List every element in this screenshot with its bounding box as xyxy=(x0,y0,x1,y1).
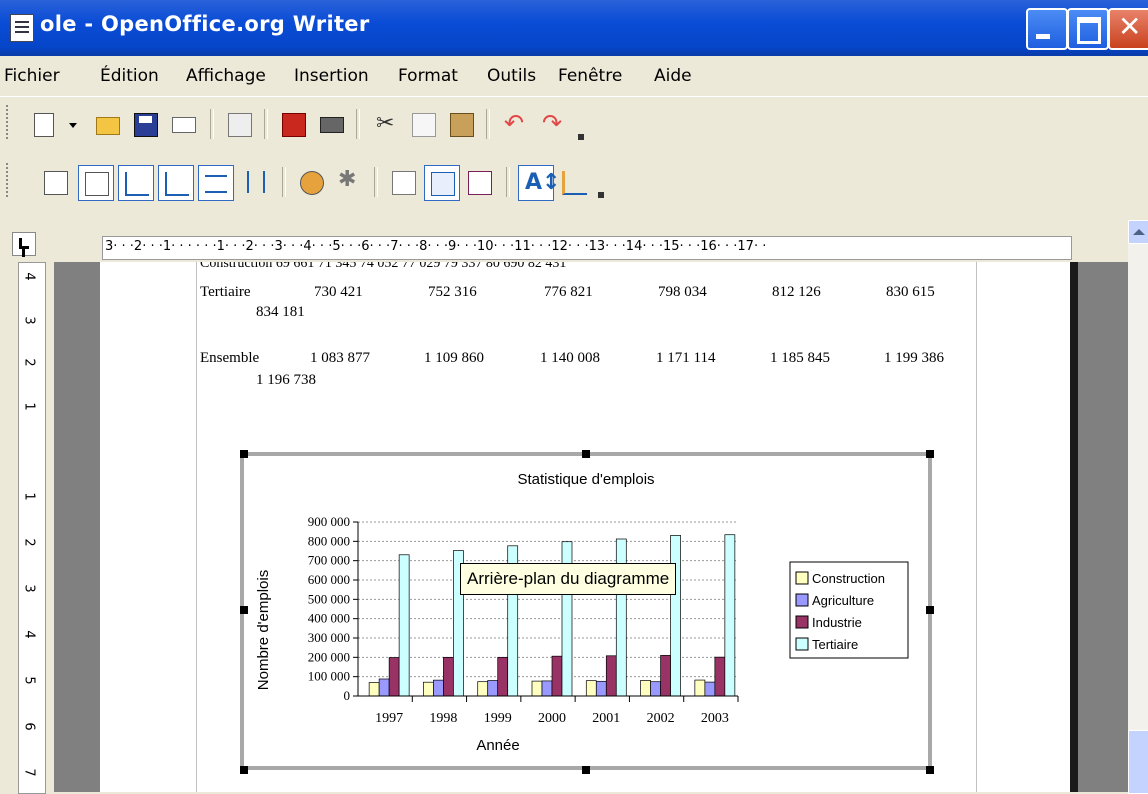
bar-industrie-2003 xyxy=(714,656,726,697)
legend-swatch-industrie xyxy=(795,615,809,629)
bar-industrie-1998 xyxy=(443,656,454,697)
bar-agriculture-1999 xyxy=(487,680,499,697)
bar-industrie-1997 xyxy=(388,657,400,697)
legend-swatch-construction xyxy=(795,571,809,585)
y-tick-label: 500 000 xyxy=(308,591,350,606)
bar-agriculture-2001 xyxy=(595,680,607,697)
chart-svg: Statistique d'emplois Nombre d'emplois A… xyxy=(255,471,909,754)
bar-agriculture-2000 xyxy=(541,680,553,697)
legend-label-agriculture: Agriculture xyxy=(812,593,874,608)
bar-construction-2002 xyxy=(640,680,651,697)
chart-title: Statistique d'emplois xyxy=(517,471,654,488)
y-tick-label: 800 000 xyxy=(308,533,350,548)
resize-handle-right[interactable] xyxy=(926,606,934,614)
resize-handle-top-right[interactable] xyxy=(926,450,934,458)
y-tick-label: 400 000 xyxy=(308,611,350,626)
legend-label-construction: Construction xyxy=(812,571,885,586)
resize-handle-bottom-left[interactable] xyxy=(240,766,248,774)
bar-construction-1997 xyxy=(368,682,380,697)
y-tick-label: 0 xyxy=(344,688,351,703)
bar-industrie-2002 xyxy=(660,655,671,697)
bar-agriculture-1997 xyxy=(378,678,390,697)
bar-tertiaire-1997 xyxy=(398,554,410,697)
bar-construction-1998 xyxy=(423,681,434,697)
bar-construction-1999 xyxy=(477,681,489,697)
y-tick-label: 300 000 xyxy=(308,630,350,645)
y-tick-label: 100 000 xyxy=(308,669,350,684)
resize-handle-bottom[interactable] xyxy=(582,766,590,774)
x-tick-label: 2002 xyxy=(647,711,675,726)
x-tick-label: 1999 xyxy=(484,711,512,726)
legend-label-industrie: Industrie xyxy=(812,615,862,630)
bar-agriculture-2003 xyxy=(704,681,716,697)
bar-construction-2001 xyxy=(585,680,597,697)
legend-swatch-tertiaire xyxy=(795,637,809,651)
legend-swatch-agriculture xyxy=(795,593,809,607)
resize-handle-left[interactable] xyxy=(240,606,248,614)
x-tick-label: 1998 xyxy=(429,711,457,726)
y-tick-label: 900 000 xyxy=(308,514,350,529)
y-axis-label: Nombre d'emplois xyxy=(255,570,272,690)
legend-label-tertiaire: Tertiaire xyxy=(812,637,858,652)
resize-handle-top-left[interactable] xyxy=(240,450,248,458)
x-tick-label: 1997 xyxy=(375,711,403,726)
bar-industrie-2000 xyxy=(551,655,563,697)
chart-background-tooltip: Arrière-plan du diagramme xyxy=(460,563,677,595)
bar-industrie-2001 xyxy=(605,655,617,697)
x-tick-label: 2003 xyxy=(701,711,729,726)
x-axis-label: Année xyxy=(476,737,519,754)
y-tick-label: 200 000 xyxy=(308,649,350,664)
y-tick-label: 700 000 xyxy=(308,553,350,568)
bar-tertiaire-2002 xyxy=(670,535,681,697)
bar-construction-2003 xyxy=(694,679,706,697)
x-tick-label: 2000 xyxy=(538,711,566,726)
resize-handle-top[interactable] xyxy=(582,450,590,458)
y-tick-label: 600 000 xyxy=(308,572,350,587)
x-tick-label: 2001 xyxy=(592,711,620,726)
bar-agriculture-1998 xyxy=(433,679,444,697)
bar-tertiaire-2003 xyxy=(724,534,736,697)
bar-agriculture-2002 xyxy=(650,681,661,697)
bar-construction-2000 xyxy=(531,680,543,697)
resize-handle-bottom-right[interactable] xyxy=(926,766,934,774)
bar-industrie-1999 xyxy=(497,656,509,697)
